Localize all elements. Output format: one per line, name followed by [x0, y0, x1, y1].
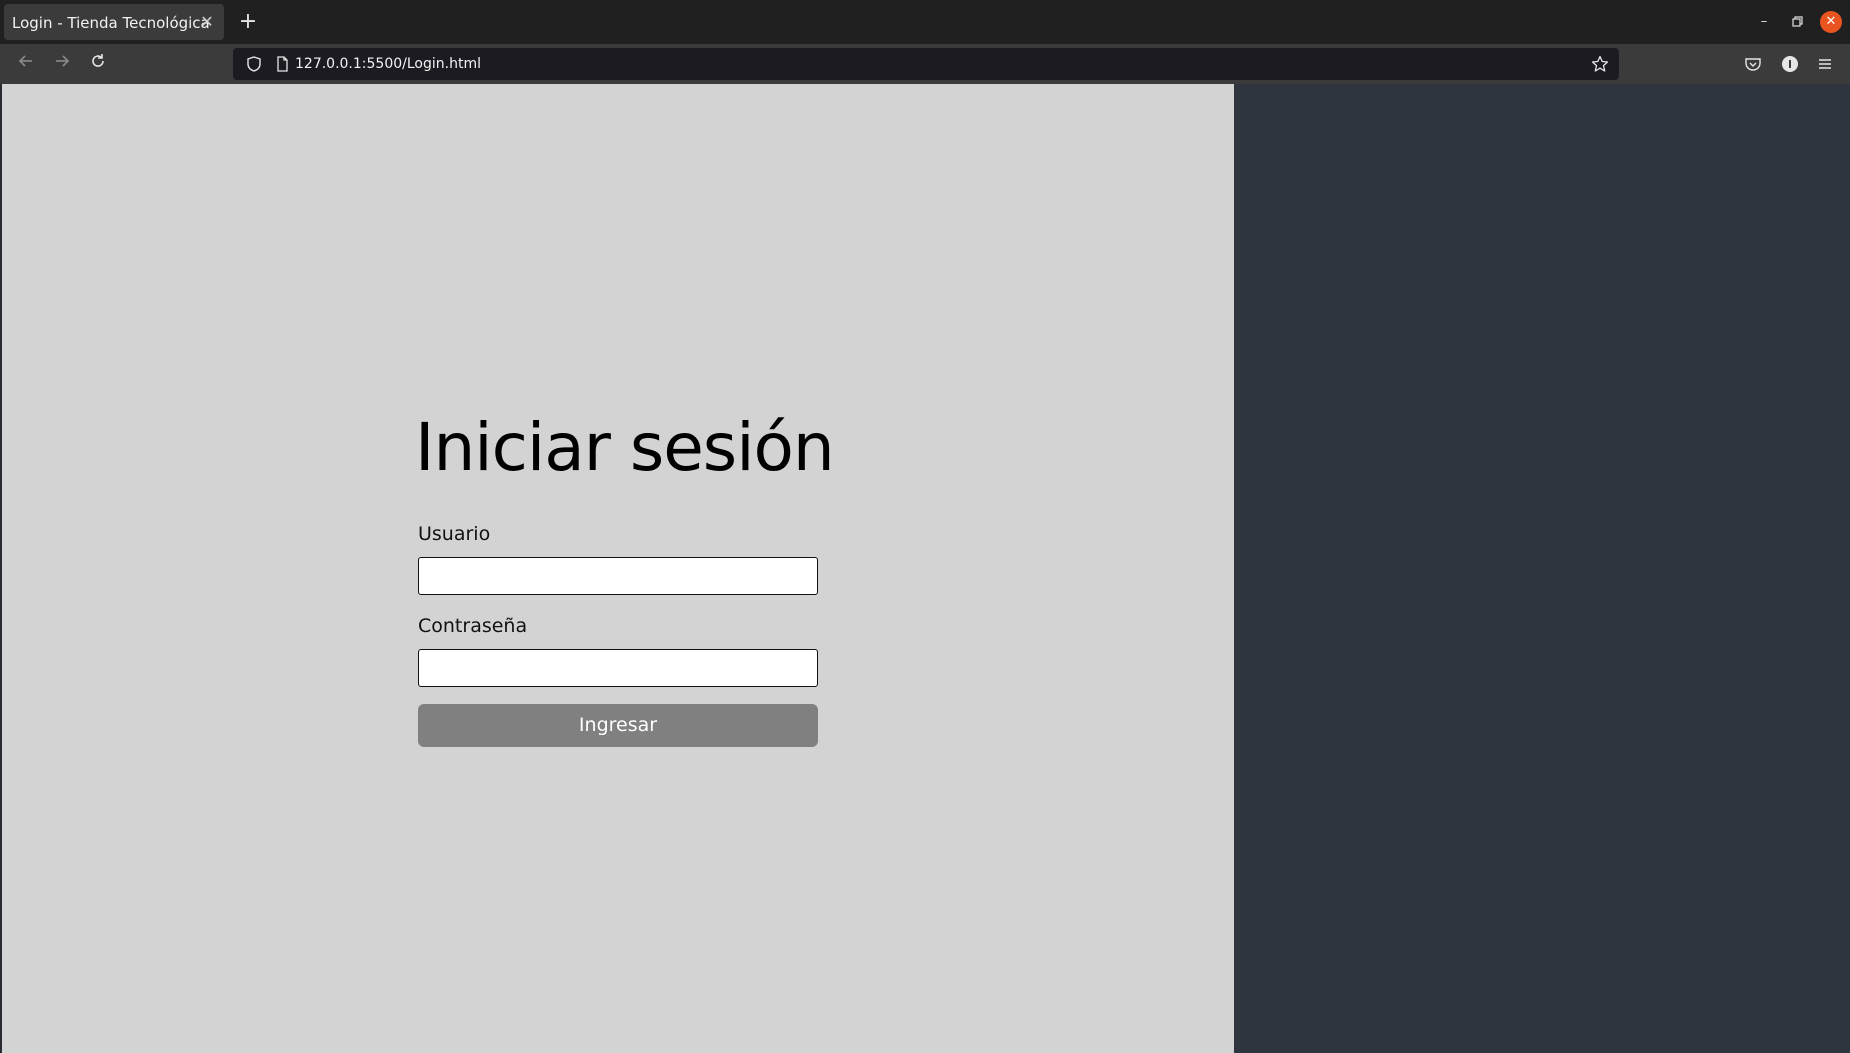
pocket-icon[interactable] [1742, 53, 1764, 75]
login-button[interactable]: Ingresar [418, 704, 818, 747]
hamburger-menu-icon[interactable] [1814, 53, 1836, 75]
tab-strip: Login - Tienda Tecnológica ✕ + – ✕ [0, 0, 1850, 44]
tab-title: Login - Tienda Tecnológica [12, 14, 210, 32]
url-bar[interactable]: 127.0.0.1:5500/Login.html [233, 48, 1619, 80]
username-field[interactable] [418, 557, 818, 595]
window-close-icon[interactable]: ✕ [1820, 11, 1842, 33]
password-field[interactable] [418, 649, 818, 687]
browser-window: Login - Tienda Tecnológica ✕ + – ✕ 127.0… [0, 0, 1850, 1053]
tab-login[interactable]: Login - Tienda Tecnológica ✕ [4, 4, 224, 40]
forward-arrow-icon[interactable] [48, 51, 76, 77]
tab-close-icon[interactable]: ✕ [196, 11, 218, 33]
star-icon[interactable] [1589, 53, 1611, 75]
password-label: Contraseña [418, 615, 528, 637]
back-arrow-icon[interactable] [12, 51, 40, 77]
minimize-icon[interactable]: – [1753, 11, 1775, 33]
url-text[interactable]: 127.0.0.1:5500/Login.html [295, 56, 481, 72]
navigation-bar: 127.0.0.1:5500/Login.html [0, 44, 1850, 84]
side-panel [1234, 84, 1850, 1053]
page-title: Iniciar sesión [415, 409, 835, 486]
new-tab-button[interactable]: + [234, 8, 262, 36]
extension-icon[interactable] [1779, 53, 1801, 75]
shield-icon[interactable] [243, 53, 265, 75]
page-viewport: Iniciar sesión Usuario Contraseña Ingres… [0, 84, 1850, 1053]
page-icon[interactable] [271, 53, 293, 75]
reload-icon[interactable] [84, 51, 112, 77]
username-label: Usuario [418, 523, 491, 545]
maximize-icon[interactable] [1786, 11, 1808, 33]
login-panel: Iniciar sesión Usuario Contraseña Ingres… [2, 84, 1234, 1053]
